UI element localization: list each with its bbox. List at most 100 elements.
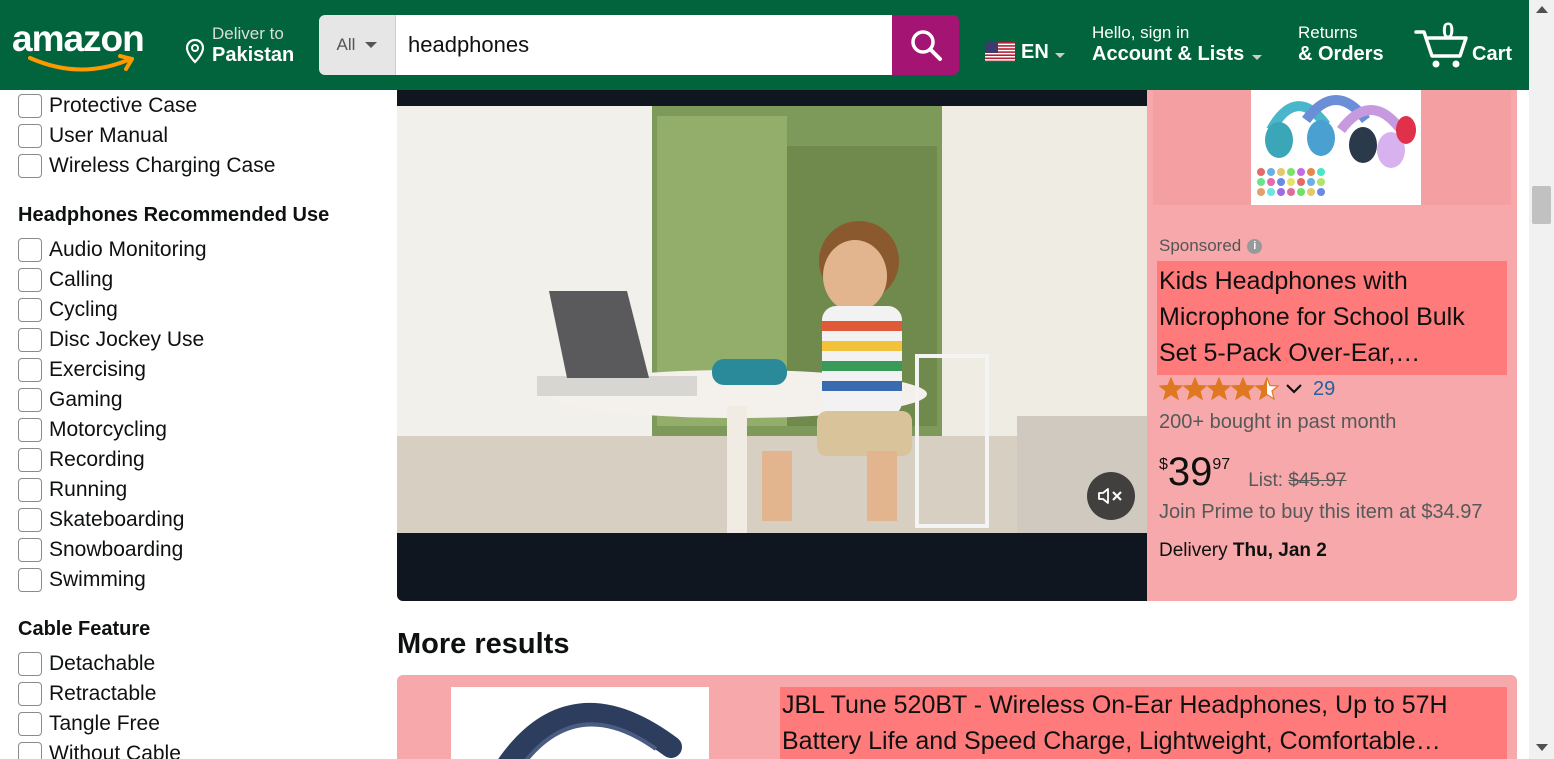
language-code: EN: [1021, 40, 1049, 63]
search-result-card[interactable]: JBL Tune 520BT - Wireless On-Ear Headpho…: [397, 675, 1517, 759]
filter-option[interactable]: Skateboarding: [18, 507, 184, 533]
checkbox[interactable]: [18, 358, 42, 382]
cart-label: Cart: [1472, 43, 1513, 65]
account-label: Account & Lists: [1092, 43, 1245, 65]
checkbox[interactable]: [18, 682, 42, 706]
video-frame: [397, 106, 1147, 533]
checkbox[interactable]: [18, 388, 42, 412]
delivery-label: Delivery: [1159, 540, 1228, 561]
checkbox[interactable]: [18, 328, 42, 352]
filter-option[interactable]: Audio Monitoring: [18, 237, 207, 263]
sponsored-product-panel[interactable]: Sponsored i Kids Headphones with Microph…: [1147, 90, 1517, 601]
price-symbol: $: [1159, 456, 1168, 473]
search-icon: [910, 30, 942, 61]
top-navigation-bar: amazon Deliver to Pakistan All headphone…: [0, 0, 1529, 90]
list-price-value: $45.97: [1288, 470, 1347, 491]
filter-option[interactable]: Motorcycling: [18, 417, 167, 443]
checkbox[interactable]: [18, 568, 42, 592]
checkbox[interactable]: [18, 742, 42, 759]
filter-option[interactable]: Protective Case: [18, 93, 197, 119]
list-price-label: List:: [1248, 470, 1284, 491]
checkbox[interactable]: [18, 538, 42, 562]
scroll-up-arrow-icon[interactable]: [1536, 6, 1548, 13]
checkbox[interactable]: [18, 124, 42, 148]
checkbox[interactable]: [18, 94, 42, 118]
checkbox[interactable]: [18, 418, 42, 442]
price-whole: 39: [1167, 450, 1213, 494]
prime-offer-text: Join Prime to buy this item at $34.97: [1159, 501, 1483, 523]
search-category-dropdown[interactable]: All: [319, 15, 396, 75]
checkbox[interactable]: [18, 652, 42, 676]
checkbox[interactable]: [18, 448, 42, 472]
deliver-to-location[interactable]: Deliver to Pakistan: [184, 22, 304, 72]
filter-option[interactable]: Cycling: [18, 297, 118, 323]
cable-feature-heading: Cable Feature: [18, 618, 151, 640]
scroll-down-arrow-icon[interactable]: [1536, 744, 1548, 751]
sponsored-text: Sponsored: [1159, 236, 1242, 255]
muted-speaker-icon: [1098, 488, 1122, 504]
rating-count-link[interactable]: 29: [1313, 378, 1335, 401]
product-image-area: [1153, 90, 1511, 205]
cart-button[interactable]: 0 Cart: [1414, 18, 1524, 73]
sponsored-label[interactable]: Sponsored i: [1159, 236, 1263, 256]
video-still-image: [397, 106, 1147, 533]
us-flag-icon: [985, 42, 1015, 62]
filter-option[interactable]: Calling: [18, 267, 113, 293]
filter-option[interactable]: Retractable: [18, 681, 156, 707]
more-results-heading: More results: [397, 628, 570, 660]
product-title-link[interactable]: Kids Headphones with Microphone for Scho…: [1157, 261, 1507, 375]
filter-option[interactable]: User Manual: [18, 123, 168, 149]
checkbox[interactable]: [18, 238, 42, 262]
search-category-label: All: [336, 35, 356, 54]
returns-label: Returns: [1298, 23, 1358, 42]
filter-option[interactable]: Snowboarding: [18, 537, 183, 563]
checkbox[interactable]: [18, 478, 42, 502]
amazon-logo[interactable]: amazon: [12, 18, 162, 78]
filter-option[interactable]: Detachable: [18, 651, 155, 677]
cart-count: 0: [1442, 18, 1455, 43]
deliver-label: Deliver to: [212, 24, 284, 43]
product-image[interactable]: [1251, 90, 1421, 205]
checkbox[interactable]: [18, 154, 42, 178]
filter-option[interactable]: Tangle Free: [18, 711, 160, 737]
page-scrollbar[interactable]: [1529, 0, 1554, 759]
chevron-down-icon: [365, 42, 378, 48]
filter-option[interactable]: Gaming: [18, 387, 123, 413]
search-input[interactable]: [396, 15, 892, 75]
recommended-use-heading: Headphones Recommended Use: [18, 204, 330, 226]
checkbox[interactable]: [18, 298, 42, 322]
checkbox[interactable]: [18, 508, 42, 532]
filter-option[interactable]: Running: [18, 477, 127, 503]
filter-option[interactable]: Recording: [18, 447, 145, 473]
chevron-down-icon[interactable]: [1285, 383, 1303, 395]
list-price: List: $45.97: [1248, 470, 1346, 492]
bought-in-past-month: 200+ bought in past month: [1159, 411, 1397, 433]
returns-and-orders[interactable]: Returns & Orders: [1298, 23, 1384, 66]
product-rating[interactable]: 29: [1159, 377, 1335, 401]
mute-button[interactable]: [1087, 472, 1135, 520]
checkbox[interactable]: [18, 268, 42, 292]
info-icon[interactable]: i: [1247, 238, 1263, 254]
scrollbar-thumb[interactable]: [1532, 186, 1551, 224]
result-title-link[interactable]: JBL Tune 520BT - Wireless On-Ear Headpho…: [780, 687, 1507, 759]
result-product-image[interactable]: [451, 687, 709, 759]
star-rating-icon: [1159, 377, 1280, 401]
filter-option[interactable]: Exercising: [18, 357, 146, 383]
account-and-lists[interactable]: Hello, sign in Account & Lists: [1092, 23, 1263, 66]
checkbox[interactable]: [18, 712, 42, 736]
language-selector[interactable]: EN: [985, 40, 1065, 64]
delivery-date: Thu, Jan 2: [1232, 540, 1327, 561]
product-video-player[interactable]: [397, 90, 1147, 601]
kids-headphones-image: [1251, 90, 1421, 205]
chevron-down-icon: [1252, 55, 1263, 60]
result-title-line2: Battery Life and Speed Charge, Lightweig…: [782, 727, 1441, 755]
search-bar: All: [319, 15, 959, 75]
search-button[interactable]: [892, 15, 959, 75]
chevron-down-icon: [1054, 52, 1065, 58]
filter-option[interactable]: Without Cable: [18, 741, 181, 759]
filter-option[interactable]: Wireless Charging Case: [18, 153, 275, 179]
deliver-location: Pakistan: [212, 44, 295, 66]
filter-option[interactable]: Swimming: [18, 567, 146, 593]
filter-option[interactable]: Disc Jockey Use: [18, 327, 204, 353]
delivery-info: Delivery Thu, Jan 2: [1159, 540, 1327, 562]
